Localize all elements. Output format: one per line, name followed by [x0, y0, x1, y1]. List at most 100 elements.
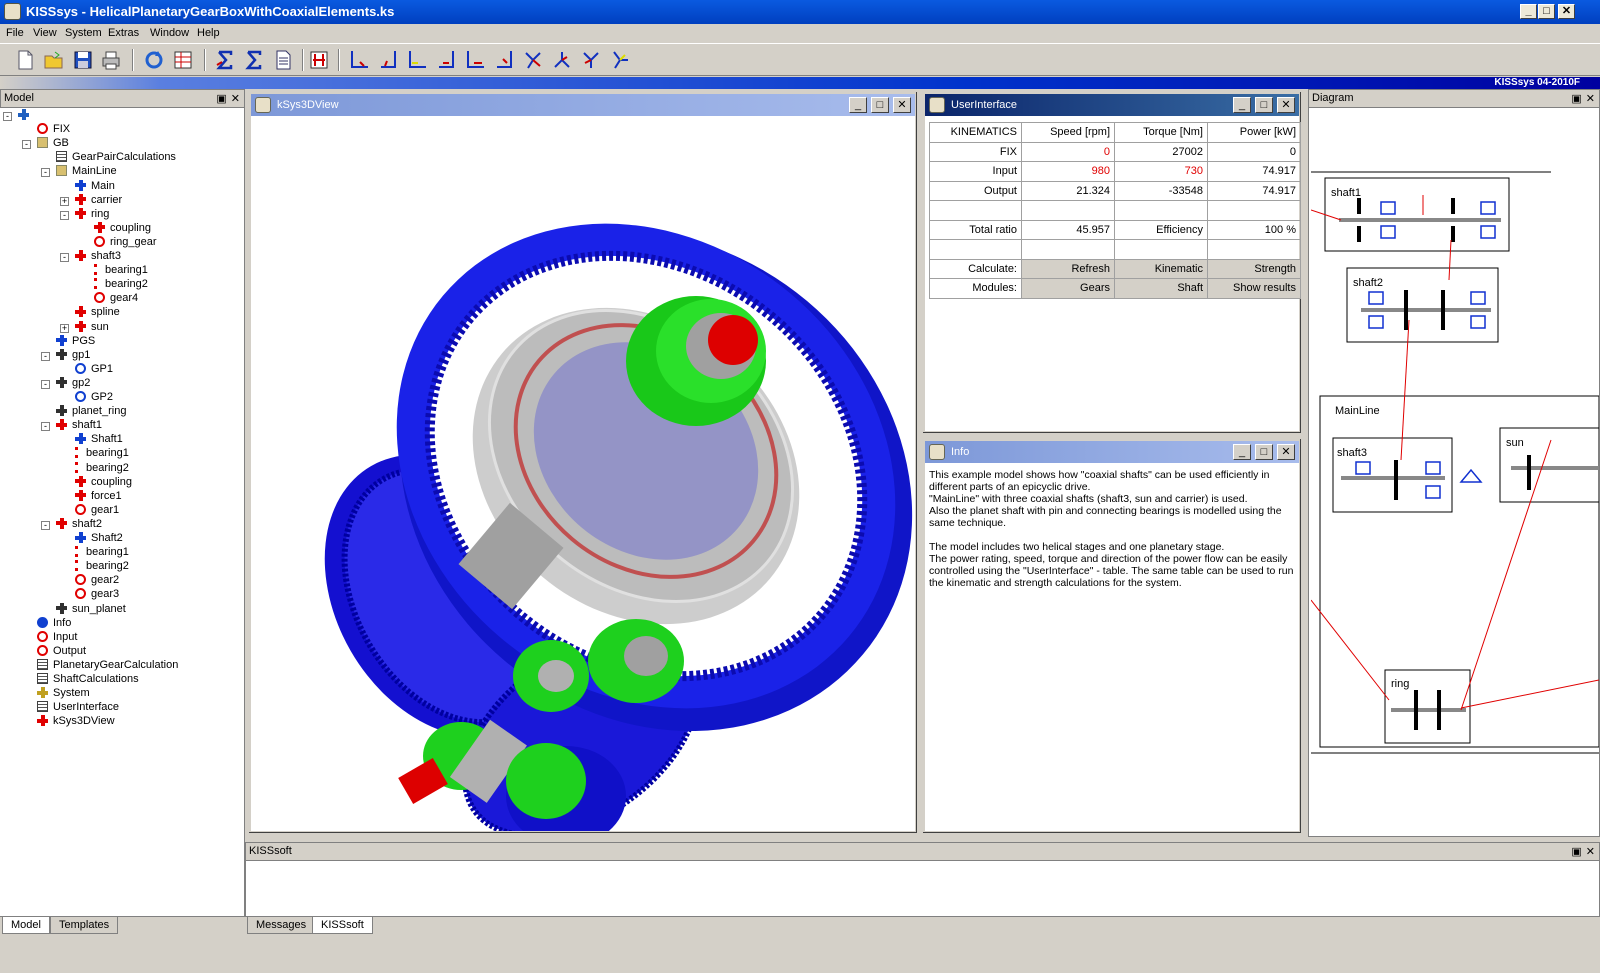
tree-toggle[interactable]: -: [41, 520, 50, 530]
maximize-button[interactable]: □: [1255, 97, 1273, 113]
tab-kisssoft[interactable]: KISSsoft: [312, 917, 373, 934]
tree-toggle[interactable]: -: [22, 140, 31, 150]
tree-item[interactable]: spline: [75, 306, 120, 320]
minimize-button[interactable]: _: [1520, 4, 1537, 19]
tree-item[interactable]: shaft3: [75, 250, 121, 264]
tree-item[interactable]: bearing1: [75, 546, 129, 560]
view-iso2-icon[interactable]: [551, 49, 573, 71]
tree-item[interactable]: planet_ring: [56, 405, 126, 419]
close-button[interactable]: ✕: [1277, 444, 1295, 460]
row-input-torque[interactable]: 730: [1114, 161, 1208, 182]
view-iso4-icon[interactable]: [609, 49, 631, 71]
minimize-button[interactable]: _: [1233, 444, 1251, 460]
tree-toggle[interactable]: -: [41, 351, 50, 361]
maximize-button[interactable]: □: [871, 97, 889, 113]
print-icon[interactable]: [100, 49, 122, 71]
show-results-button[interactable]: Show results: [1207, 278, 1301, 299]
tree-toggle[interactable]: +: [60, 323, 69, 333]
tree-toggle[interactable]: -: [41, 168, 50, 178]
view-front-icon[interactable]: [435, 49, 457, 71]
tree-item[interactable]: carrier: [75, 193, 122, 208]
minimize-button[interactable]: _: [1233, 97, 1251, 113]
maximize-button[interactable]: □: [1255, 444, 1273, 460]
tree-item[interactable]: MainLine: [56, 165, 117, 179]
tree-item[interactable]: gear3: [75, 588, 119, 602]
tree-item[interactable]: kSys3DView: [37, 715, 115, 729]
tree-item[interactable]: GB: [37, 137, 69, 151]
tree-item[interactable]: System: [37, 687, 90, 701]
calculation-table-icon[interactable]: [172, 49, 194, 71]
tree-item[interactable]: gear1: [75, 503, 119, 518]
tree-item[interactable]: bearing2: [94, 278, 148, 292]
menu-file[interactable]: File: [6, 27, 24, 39]
tree-item[interactable]: gp2: [56, 376, 90, 391]
tree-item[interactable]: GP1: [75, 362, 113, 377]
row-input-speed[interactable]: 980: [1021, 161, 1115, 182]
float-icon[interactable]: ▣: [216, 93, 226, 105]
report-icon[interactable]: [272, 49, 294, 71]
tree-item[interactable]: FIX: [37, 123, 70, 137]
tree-item[interactable]: GP2: [75, 391, 113, 405]
tree-item[interactable]: Main: [75, 179, 115, 194]
tree-item[interactable]: Input: [37, 630, 77, 645]
refresh-icon[interactable]: [143, 49, 165, 71]
tree-toggle[interactable]: -: [41, 422, 50, 432]
tree-item[interactable]: Output: [37, 644, 86, 659]
diagram-canvas[interactable]: [1311, 110, 1599, 835]
tab-model[interactable]: Model: [2, 917, 50, 934]
tree-item[interactable]: PlanetaryGearCalculation: [37, 658, 178, 673]
tree-item[interactable]: coupling: [94, 221, 151, 236]
menu-view[interactable]: View: [33, 27, 57, 39]
sum-kinematic-icon[interactable]: [214, 49, 236, 71]
tree-item[interactable]: gp1: [56, 348, 90, 363]
tree-item[interactable]: gear2: [75, 574, 119, 588]
tree-item[interactable]: sun: [75, 320, 109, 335]
save-icon[interactable]: [72, 49, 94, 71]
tree-item[interactable]: bearing2: [75, 560, 129, 574]
tree-item[interactable]: bearing1: [94, 264, 148, 278]
strength-button[interactable]: Strength: [1207, 258, 1301, 279]
tree-item[interactable]: PGS: [56, 334, 95, 349]
new-file-icon[interactable]: [14, 49, 36, 71]
view-z-icon[interactable]: [406, 49, 428, 71]
maximize-button[interactable]: □: [1538, 4, 1555, 19]
menu-help[interactable]: Help: [197, 27, 220, 39]
row-fix-speed[interactable]: 0: [1021, 141, 1115, 162]
tree-item[interactable]: shaft1: [56, 419, 102, 433]
shaft-button[interactable]: Shaft: [1114, 278, 1208, 299]
tree-item[interactable]: bearing2: [75, 461, 129, 476]
menu-extras[interactable]: Extras: [108, 27, 139, 39]
close-button[interactable]: ✕: [1558, 4, 1575, 19]
tree-item[interactable]: Shaft2: [75, 532, 123, 546]
view-iso3-icon[interactable]: [580, 49, 602, 71]
tree-item[interactable]: Info: [37, 616, 71, 631]
tree-item[interactable]: gear4: [94, 292, 138, 306]
tree-toggle[interactable]: -: [41, 379, 50, 389]
gears-button[interactable]: Gears: [1021, 278, 1115, 299]
close-button[interactable]: ✕: [1277, 97, 1295, 113]
tree-item[interactable]: ShaftCalculations: [37, 673, 139, 687]
tree-item[interactable]: bearing1: [75, 447, 129, 461]
close-icon[interactable]: ✕: [1586, 846, 1595, 858]
tree-item[interactable]: ring_gear: [94, 235, 156, 250]
kinematic-button[interactable]: Kinematic: [1114, 258, 1208, 279]
float-icon[interactable]: ▣: [1571, 93, 1581, 105]
close-button[interactable]: ✕: [893, 97, 911, 113]
tree-item[interactable]: UserInterface: [37, 701, 119, 715]
tree-item[interactable]: force1: [75, 489, 122, 504]
tree-toggle[interactable]: -: [60, 210, 69, 220]
menu-system[interactable]: System: [65, 27, 102, 39]
view-side-icon[interactable]: [493, 49, 515, 71]
tree-toggle[interactable]: +: [60, 196, 69, 206]
view-y-icon[interactable]: [377, 49, 399, 71]
tree-item[interactable]: shaft2: [56, 517, 102, 532]
tree-item[interactable]: coupling: [75, 475, 132, 490]
app-icon[interactable]: [4, 3, 21, 20]
minimize-button[interactable]: _: [849, 97, 867, 113]
view-back-icon[interactable]: [464, 49, 486, 71]
view-x-icon[interactable]: [348, 49, 370, 71]
tree-toggle[interactable]: -: [60, 253, 69, 262]
view-iso1-icon[interactable]: [522, 49, 544, 71]
tab-templates[interactable]: Templates: [50, 917, 119, 934]
menu-window[interactable]: Window: [150, 27, 189, 39]
